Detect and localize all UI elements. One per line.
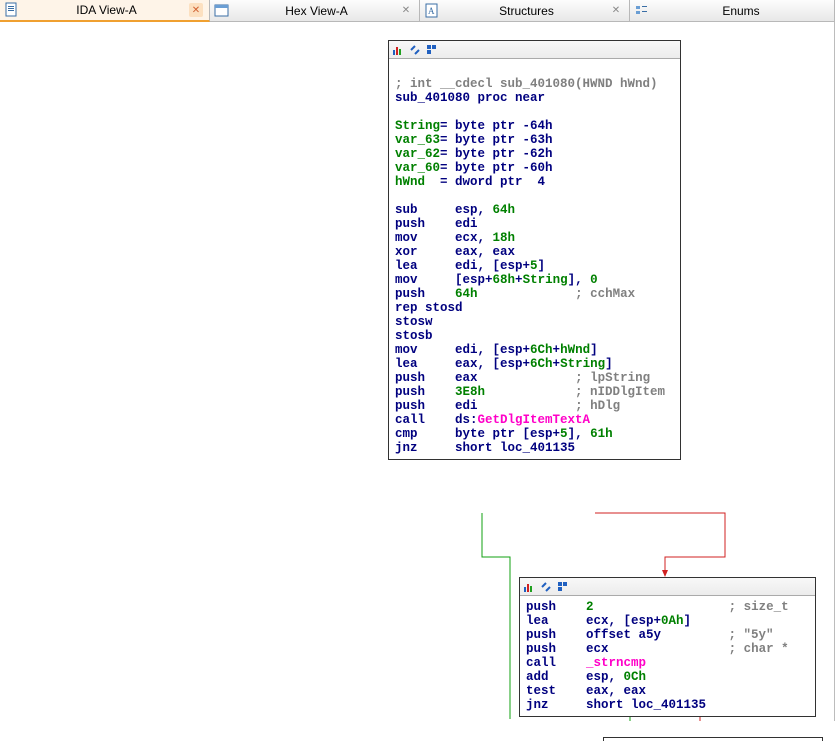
node-body: push 2 ; size_t lea ecx, [esp+0Ah] push …: [520, 596, 815, 716]
chart-icon: [524, 582, 536, 592]
node-header: [389, 41, 680, 59]
tab-enums[interactable]: Enums: [630, 0, 835, 21]
graph-node-2[interactable]: push 2 ; size_t lea ecx, [esp+0Ah] push …: [519, 577, 816, 717]
hex-icon: [214, 3, 230, 19]
tab-hex-view[interactable]: Hex View-A ✕: [210, 0, 420, 21]
tab-label: Structures: [444, 4, 609, 18]
struct-icon: A: [424, 3, 440, 19]
tab-label: Enums: [654, 4, 828, 18]
node-header: [520, 578, 815, 596]
close-icon[interactable]: ✕: [609, 4, 623, 18]
node-body: ; int __cdecl sub_401080(HWND hWnd) sub_…: [389, 59, 680, 459]
tab-label: Hex View-A: [234, 4, 399, 18]
close-icon[interactable]: ✕: [399, 4, 413, 18]
link-icon: [410, 45, 422, 55]
graph-node-3-partial: [603, 737, 823, 741]
grid-icon: [558, 582, 570, 592]
tab-label: IDA View-A: [24, 3, 189, 17]
svg-text:A: A: [428, 6, 435, 16]
tab-structures[interactable]: A Structures ✕: [420, 0, 630, 21]
link-icon: [541, 582, 553, 592]
grid-icon: [427, 45, 439, 55]
tabbar: IDA View-A ✕ Hex View-A ✕ A Structures ✕…: [0, 0, 835, 22]
enum-icon: [634, 3, 650, 19]
doc-icon: [4, 2, 20, 18]
chart-icon: [393, 45, 405, 55]
graph-node-1[interactable]: ; int __cdecl sub_401080(HWND hWnd) sub_…: [388, 40, 681, 460]
tab-ida-view[interactable]: IDA View-A ✕: [0, 0, 210, 22]
graph-canvas[interactable]: ; int __cdecl sub_401080(HWND hWnd) sub_…: [0, 22, 835, 721]
close-icon[interactable]: ✕: [189, 3, 203, 17]
